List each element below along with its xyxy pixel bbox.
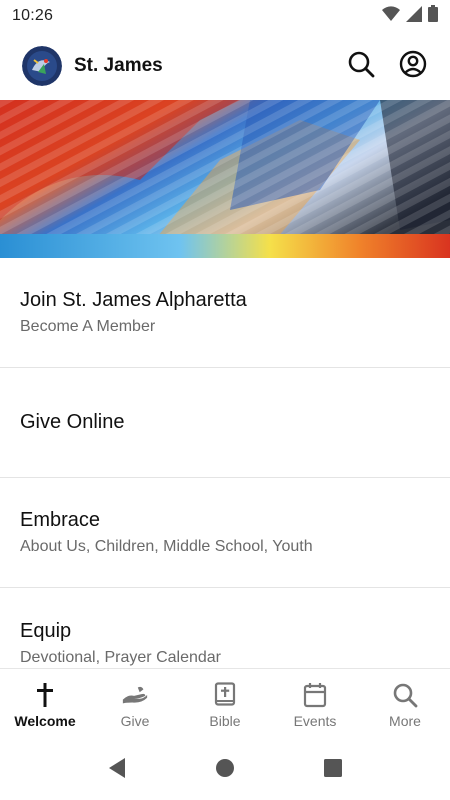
tab-more[interactable]: More: [360, 669, 450, 740]
system-nav-bar: [0, 740, 450, 800]
app-title: St. James: [74, 55, 163, 76]
menu-item-title: Embrace: [20, 509, 101, 531]
status-time: 10:26: [12, 7, 54, 24]
home-icon: [215, 758, 235, 783]
header-actions: [346, 50, 428, 83]
bible-icon: [211, 681, 239, 709]
app-header: St. James: [0, 32, 450, 100]
status-bar: 10:26: [0, 0, 450, 32]
menu-item-give-online[interactable]: Give Online: [0, 368, 450, 478]
menu-item-equip[interactable]: Equip Devotional, Prayer Calendar: [0, 588, 450, 668]
battery-icon: [428, 5, 438, 27]
give-hand-icon: [121, 681, 149, 709]
tab-label: Welcome: [14, 712, 76, 729]
calendar-icon: [301, 681, 329, 709]
menu-item-join[interactable]: Join St. James Alpharetta Become A Membe…: [0, 258, 450, 368]
church-logo[interactable]: [22, 46, 62, 86]
menu-item-title: Give Online: [20, 411, 125, 433]
tab-events[interactable]: Events: [270, 669, 360, 740]
account-icon: [399, 50, 427, 83]
tab-label: Events: [293, 712, 337, 729]
search-icon: [391, 681, 419, 709]
bottom-nav: Welcome Give Bible Events More: [0, 668, 450, 740]
tab-label: Give: [120, 712, 150, 729]
tab-welcome[interactable]: Welcome: [0, 669, 90, 740]
menu-item-embrace[interactable]: Embrace About Us, Children, Middle Schoo…: [0, 478, 450, 588]
tab-give[interactable]: Give: [90, 669, 180, 740]
menu-item-subtitle: Devotional, Prayer Calendar: [20, 649, 221, 666]
menu-item-subtitle: Become A Member: [20, 318, 156, 335]
signal-icon: [406, 5, 422, 27]
menu-list: Join St. James Alpharetta Become A Membe…: [0, 258, 450, 668]
recents-icon: [323, 758, 343, 783]
hero-banner[interactable]: [0, 100, 450, 258]
status-icons: [382, 5, 438, 27]
back-icon: [107, 757, 127, 784]
menu-item-title: Equip: [20, 620, 72, 642]
home-button[interactable]: [213, 758, 237, 782]
tab-label: More: [389, 712, 421, 729]
recents-button[interactable]: [321, 758, 345, 782]
menu-item-title: Join St. James Alpharetta: [20, 289, 247, 311]
search-icon: [347, 50, 375, 83]
menu-item-subtitle: About Us, Children, Middle School, Youth: [20, 538, 313, 555]
back-button[interactable]: [105, 757, 129, 784]
account-button[interactable]: [398, 50, 428, 83]
search-button[interactable]: [346, 51, 376, 81]
cross-icon: [31, 681, 59, 709]
tab-bible[interactable]: Bible: [180, 669, 270, 740]
wifi-icon: [382, 5, 400, 27]
tab-label: Bible: [209, 712, 241, 729]
